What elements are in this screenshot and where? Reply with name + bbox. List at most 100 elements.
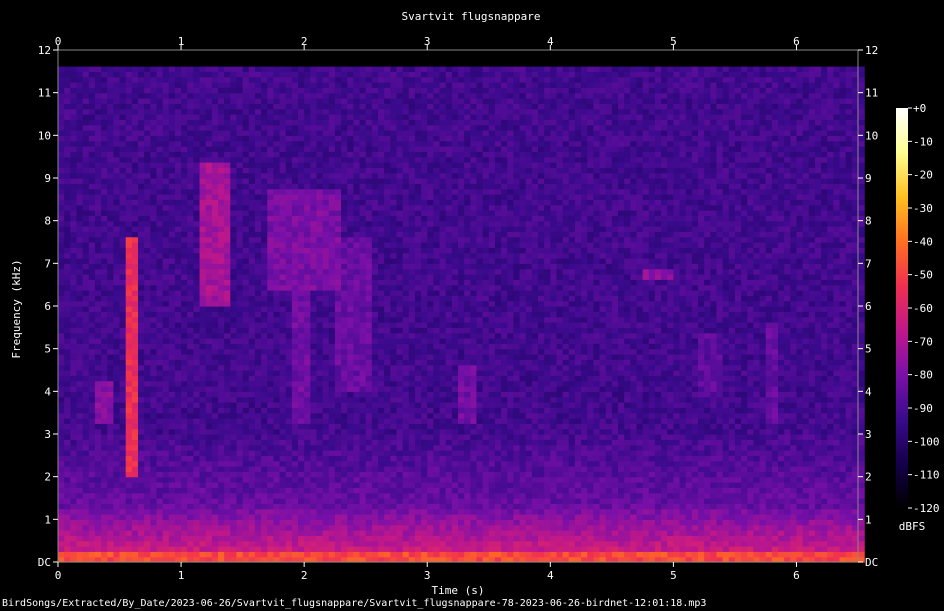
heatmap-cell bbox=[125, 514, 133, 520]
heatmap-cell bbox=[181, 460, 188, 467]
heatmap-cell bbox=[125, 423, 133, 430]
heatmap-cell bbox=[464, 375, 471, 382]
heatmap-cell bbox=[593, 498, 601, 504]
heatmap-cell bbox=[298, 364, 305, 371]
heatmap-cell bbox=[784, 402, 791, 408]
heatmap-cell bbox=[279, 492, 287, 499]
heatmap-cell bbox=[611, 487, 619, 494]
heatmap-cell bbox=[778, 402, 785, 408]
heatmap-cell bbox=[494, 391, 502, 398]
heatmap-cell bbox=[753, 412, 761, 419]
heatmap-cell bbox=[205, 460, 213, 467]
heatmap-cell bbox=[131, 471, 139, 478]
heatmap-cell bbox=[704, 444, 711, 451]
heatmap-cell bbox=[599, 396, 607, 403]
heatmap-cell bbox=[574, 503, 582, 510]
heatmap-cell bbox=[125, 402, 133, 408]
heatmap-cell bbox=[531, 482, 539, 488]
heatmap-cell bbox=[445, 423, 453, 430]
heatmap-cell bbox=[322, 524, 330, 531]
heatmap-cell bbox=[168, 402, 176, 408]
heatmap-cell bbox=[796, 498, 804, 504]
heatmap-cell bbox=[593, 487, 601, 494]
heatmap-cell bbox=[605, 535, 613, 542]
heatmap-cell bbox=[408, 450, 416, 456]
heatmap-cell bbox=[753, 370, 761, 376]
heatmap-cell bbox=[150, 551, 158, 558]
heatmap-cell bbox=[316, 476, 324, 483]
heatmap-cell bbox=[661, 482, 668, 488]
heatmap-cell bbox=[218, 386, 225, 392]
heatmap-cell bbox=[519, 466, 527, 472]
heatmap-cell bbox=[427, 402, 434, 408]
heatmap-cell bbox=[94, 391, 102, 398]
heatmap-cell bbox=[347, 364, 354, 371]
heatmap-cell bbox=[808, 380, 816, 387]
heatmap-cell bbox=[476, 428, 484, 435]
heatmap-cell bbox=[704, 396, 711, 403]
heatmap-cell bbox=[636, 492, 644, 499]
heatmap-cell bbox=[82, 530, 90, 536]
heatmap-cell bbox=[784, 498, 791, 504]
heatmap-cell bbox=[76, 391, 84, 398]
heatmap-cell bbox=[451, 412, 459, 419]
heatmap-cell bbox=[138, 423, 145, 430]
heatmap-cell bbox=[544, 450, 551, 456]
heatmap-cell bbox=[236, 546, 244, 552]
heatmap-cell bbox=[119, 503, 127, 510]
heatmap-cell bbox=[618, 460, 625, 467]
heatmap-cell bbox=[685, 423, 693, 430]
heatmap-cell bbox=[618, 508, 625, 515]
heatmap-cell bbox=[451, 391, 459, 398]
heatmap-cell bbox=[451, 540, 459, 547]
heatmap-cell bbox=[698, 370, 705, 376]
heatmap-cell bbox=[439, 492, 447, 499]
heatmap-cell bbox=[230, 482, 238, 488]
heatmap-cell bbox=[187, 460, 194, 467]
heatmap-cell bbox=[279, 503, 287, 510]
heatmap-cell bbox=[605, 391, 613, 398]
heatmap-cell bbox=[784, 418, 791, 424]
heatmap-cell bbox=[771, 450, 779, 456]
heatmap-cell bbox=[636, 466, 644, 472]
heatmap-cell bbox=[519, 412, 527, 419]
heatmap-cell bbox=[359, 444, 367, 451]
heatmap-cell bbox=[359, 386, 367, 392]
heatmap-cell bbox=[501, 375, 508, 382]
heatmap-cell bbox=[279, 391, 287, 398]
heatmap-cell bbox=[796, 418, 804, 424]
heatmap-cell bbox=[661, 439, 668, 446]
heatmap-cell bbox=[101, 530, 108, 536]
heatmap-cell bbox=[593, 535, 601, 542]
heatmap-cell bbox=[808, 455, 816, 462]
heatmap-cell bbox=[741, 434, 748, 440]
heatmap-cell bbox=[445, 487, 453, 494]
heatmap-cell bbox=[679, 471, 687, 478]
heatmap-cell bbox=[624, 546, 631, 552]
heatmap-cell bbox=[353, 519, 361, 526]
heatmap-cell bbox=[562, 423, 570, 430]
heatmap-cell bbox=[230, 530, 238, 536]
heatmap-cell bbox=[642, 407, 650, 414]
heatmap-cell bbox=[218, 412, 225, 419]
heatmap-cell bbox=[378, 503, 385, 510]
heatmap-cell bbox=[193, 434, 201, 440]
heatmap-cell bbox=[581, 530, 588, 536]
heatmap-cell bbox=[587, 423, 594, 430]
heatmap-cell bbox=[402, 450, 410, 456]
heatmap-cell bbox=[642, 482, 650, 488]
heatmap-cell bbox=[334, 418, 342, 424]
heatmap-cell bbox=[821, 412, 828, 419]
heatmap-cell bbox=[587, 402, 594, 408]
heatmap-cell bbox=[673, 391, 681, 398]
heatmap-cell bbox=[298, 450, 305, 456]
heatmap-cell bbox=[494, 546, 502, 552]
heatmap-cell bbox=[341, 364, 348, 371]
heatmap-cell bbox=[390, 487, 398, 494]
heatmap-cell bbox=[64, 364, 71, 371]
heatmap-cell bbox=[298, 444, 305, 451]
heatmap-cell bbox=[316, 498, 324, 504]
heatmap-cell bbox=[162, 434, 170, 440]
heatmap-cell bbox=[273, 530, 281, 536]
heatmap-cell bbox=[378, 524, 385, 531]
